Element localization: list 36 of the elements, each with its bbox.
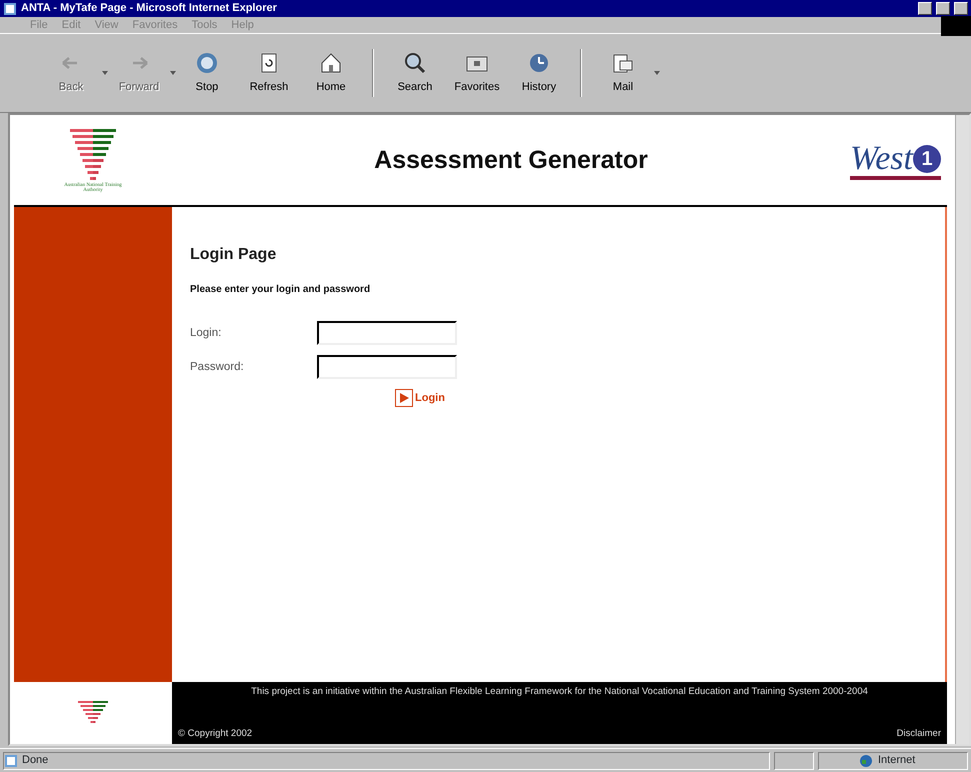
toolbar-button[interactable]: Stop [176,48,238,98]
toolbar-button[interactable]: Search [384,48,446,98]
disclaimer-link[interactable]: Disclaimer [896,726,941,741]
instruction-text: Please enter your login and password [190,283,372,298]
login-button[interactable]: Login [395,389,445,408]
minimize-button[interactable] [918,2,932,15]
scrollbar[interactable] [955,115,969,744]
house-icon [319,50,343,75]
search-icon [403,50,427,75]
dropdown-caret-icon[interactable] [654,71,660,75]
copyright-text: © Copyright 2002 [178,726,252,741]
throbber-logo [941,16,971,36]
login-label: Login: [190,326,222,341]
footer-notice: This project is an initiative within the Australian Flexible Learning Framework for the National Vocational Education and Training System 2000-2004 [250,686,869,699]
zone-text: Internet [878,753,916,768]
close-button[interactable] [954,2,968,15]
password-field[interactable] [317,355,457,380]
toolbar-button[interactable]: Home [300,48,362,98]
status-text: Done [22,753,48,768]
toolbar-button[interactable]: Refresh [238,48,300,98]
password-label: Password: [190,360,245,375]
stop-icon [195,50,219,75]
maximize-button[interactable] [936,2,950,15]
page-icon [4,754,18,768]
play-icon [395,389,413,408]
status-panel [774,752,814,770]
heading: Login Page [190,245,278,264]
toolbar-button[interactable]: Favorites [446,48,508,98]
brand-logo: West 1 [850,142,941,180]
globe-icon [859,754,873,768]
window-title: ANTA - MyTafe Page - Microsoft Internet Explorer [21,1,278,16]
ie-window-icon [3,2,17,16]
toolbar-button[interactable]: Mail [592,48,654,98]
toolbar-button[interactable]: History [508,48,570,98]
login-field[interactable] [317,321,457,346]
page-title: Assessment Generator [373,145,649,176]
